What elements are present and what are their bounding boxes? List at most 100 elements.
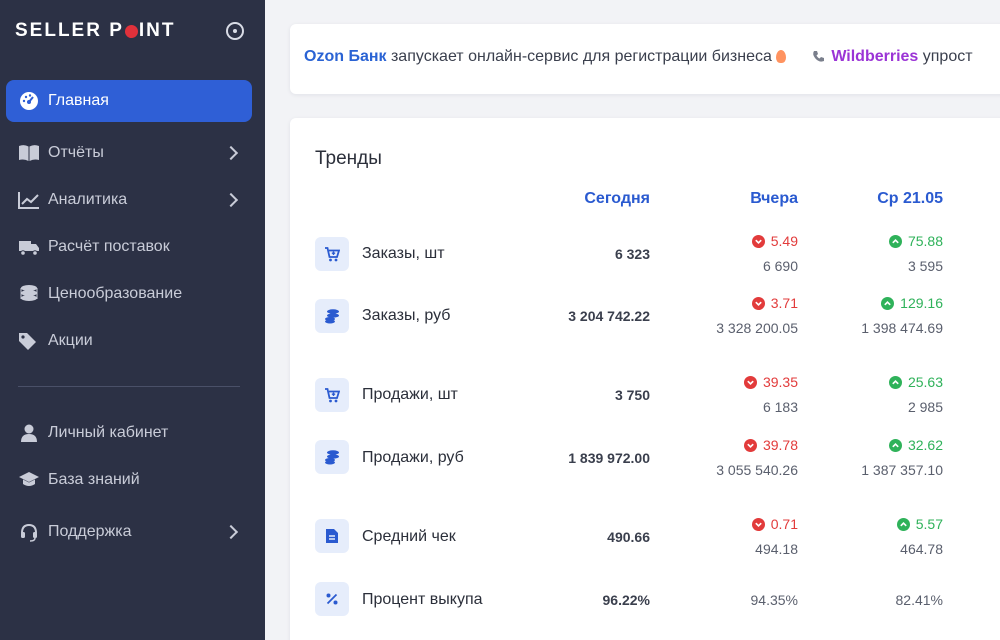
previous-value: 3 595	[907, 258, 943, 274]
metric-label: Продажи, руб	[362, 449, 464, 466]
sidebar-item-label: Расчёт поставок	[48, 238, 170, 255]
previous-value: 464.78	[900, 541, 943, 557]
news-ticker[interactable]: Ozon Банк запускает онлайн-сервис для ре…	[290, 24, 1000, 94]
previous-value: 6 690	[762, 258, 798, 274]
today-value: 490.66	[607, 529, 650, 545]
delta-value: 32.62	[907, 437, 943, 453]
arrow-up-icon	[888, 234, 902, 248]
logo-dot	[124, 24, 138, 38]
sidebar-divider	[18, 386, 240, 387]
user-icon	[18, 422, 40, 444]
metric-label: Средний чек	[362, 528, 456, 545]
sidebar: SELLER P INT Главная Отчёты Аналитика Рас…	[0, 0, 265, 640]
previous-value: 494.18	[755, 541, 798, 557]
previous-value: 1 387 357.10	[861, 462, 943, 478]
yesterday-value: 94.35%	[750, 592, 798, 608]
sidebar-item-label: Отчёты	[48, 144, 104, 161]
delta-value: 75.88	[907, 233, 943, 249]
yesterday-cell: 3.71 3 328 200.05	[658, 295, 798, 336]
logo-text-left: SELLER P	[15, 20, 124, 41]
delta-value: 25.63	[907, 374, 943, 390]
wed-cell: 129.16 1 398 474.69	[803, 295, 943, 336]
today-value: 6 323	[614, 246, 650, 262]
sidebar-item-label: Ценообразование	[48, 285, 183, 302]
ticker-text-1: запускает онлайн-сервис для регистрации …	[390, 48, 772, 65]
today-value: 1 839 972.00	[568, 450, 650, 466]
sidebar-item-pricing[interactable]: Ценообразование	[6, 273, 252, 315]
delta-value: 3.71	[770, 295, 798, 311]
logo-text-right: INT	[138, 20, 176, 41]
truck-icon	[18, 236, 40, 258]
sidebar-item-promotions[interactable]: Акции	[6, 320, 252, 362]
delta-value: 0.71	[770, 516, 798, 532]
metric-label: Заказы, руб	[362, 307, 451, 324]
settings-toggle-icon[interactable]	[226, 22, 244, 40]
arrow-down-icon	[743, 375, 757, 389]
delta-value: 39.78	[762, 437, 798, 453]
sidebar-item-knowledge-base[interactable]: База знаний	[6, 459, 252, 501]
coins-icon	[315, 440, 349, 474]
sidebar-item-label: База знаний	[48, 471, 140, 488]
yesterday-cell: 0.71 494.18	[658, 516, 798, 557]
wed-cell: 75.88 3 595	[803, 233, 943, 274]
sidebar-item-label: Главная	[48, 92, 109, 109]
phone-icon	[812, 50, 825, 63]
metric-label: Заказы, шт	[362, 245, 445, 262]
column-header-yesterday[interactable]: Вчера	[658, 190, 798, 208]
metric-label: Процент выкупа	[362, 591, 483, 608]
column-header-today[interactable]: Сегодня	[510, 190, 650, 208]
dashboard-icon	[18, 90, 40, 112]
ticker-brand-wildberries[interactable]: Wildberries	[831, 48, 918, 65]
coins-icon	[315, 299, 349, 333]
chart-line-icon	[18, 189, 40, 211]
arrow-up-icon	[881, 296, 895, 310]
ticker-brand-ozon[interactable]: Ozon Банк	[304, 48, 387, 65]
wed-cell: 25.63 2 985	[803, 374, 943, 415]
today-value: 96.22%	[602, 592, 650, 608]
arrow-down-icon	[751, 234, 765, 248]
arrow-up-icon	[896, 517, 910, 531]
arrow-down-icon	[751, 517, 765, 531]
tags-icon	[18, 330, 40, 352]
arrow-down-icon	[743, 438, 757, 452]
headset-icon	[18, 521, 40, 543]
chevron-right-icon	[223, 192, 239, 208]
delta-value: 129.16	[900, 295, 943, 311]
arrow-down-icon	[751, 296, 765, 310]
sidebar-item-reports[interactable]: Отчёты	[6, 132, 252, 174]
logo[interactable]: SELLER P INT	[15, 20, 176, 42]
delta-value: 5.57	[915, 516, 943, 532]
sidebar-item-label: Аналитика	[48, 191, 128, 208]
metric-label: Продажи, шт	[362, 386, 458, 403]
sidebar-item-label: Личный кабинет	[48, 424, 169, 441]
card-title: Тренды	[315, 148, 382, 169]
percent-icon	[315, 582, 349, 616]
receipt-icon	[315, 519, 349, 553]
wed-cell: 5.57 464.78	[803, 516, 943, 557]
wed-value: 82.41%	[895, 592, 943, 608]
previous-value: 2 985	[907, 399, 943, 415]
sidebar-item-label: Акции	[48, 332, 93, 349]
previous-value: 3 328 200.05	[716, 320, 798, 336]
previous-value: 1 398 474.69	[861, 320, 943, 336]
ticker-text-2: упрост	[922, 48, 973, 65]
sidebar-item-account[interactable]: Личный кабинет	[6, 412, 252, 454]
yesterday-cell: 5.49 6 690	[658, 233, 798, 274]
sidebar-item-home[interactable]: Главная	[6, 80, 252, 122]
chevron-right-icon	[223, 524, 239, 540]
coins-icon	[18, 283, 40, 305]
sidebar-item-label: Поддержка	[48, 523, 132, 540]
yesterday-cell: 39.78 3 055 540.26	[658, 437, 798, 478]
yesterday-cell: 39.35 6 183	[658, 374, 798, 415]
column-header-wed[interactable]: Ср 21.05	[803, 190, 943, 208]
today-value: 3 750	[614, 387, 650, 403]
sidebar-item-support[interactable]: Поддержка	[6, 511, 252, 553]
sidebar-item-supply-calc[interactable]: Расчёт поставок	[6, 226, 252, 268]
delta-value: 39.35	[762, 374, 798, 390]
previous-value: 3 055 540.26	[716, 462, 798, 478]
previous-value: 6 183	[762, 399, 798, 415]
fire-icon	[775, 50, 786, 63]
cart-icon	[315, 237, 349, 271]
sidebar-item-analytics[interactable]: Аналитика	[6, 179, 252, 221]
wed-cell: 32.62 1 387 357.10	[803, 437, 943, 478]
